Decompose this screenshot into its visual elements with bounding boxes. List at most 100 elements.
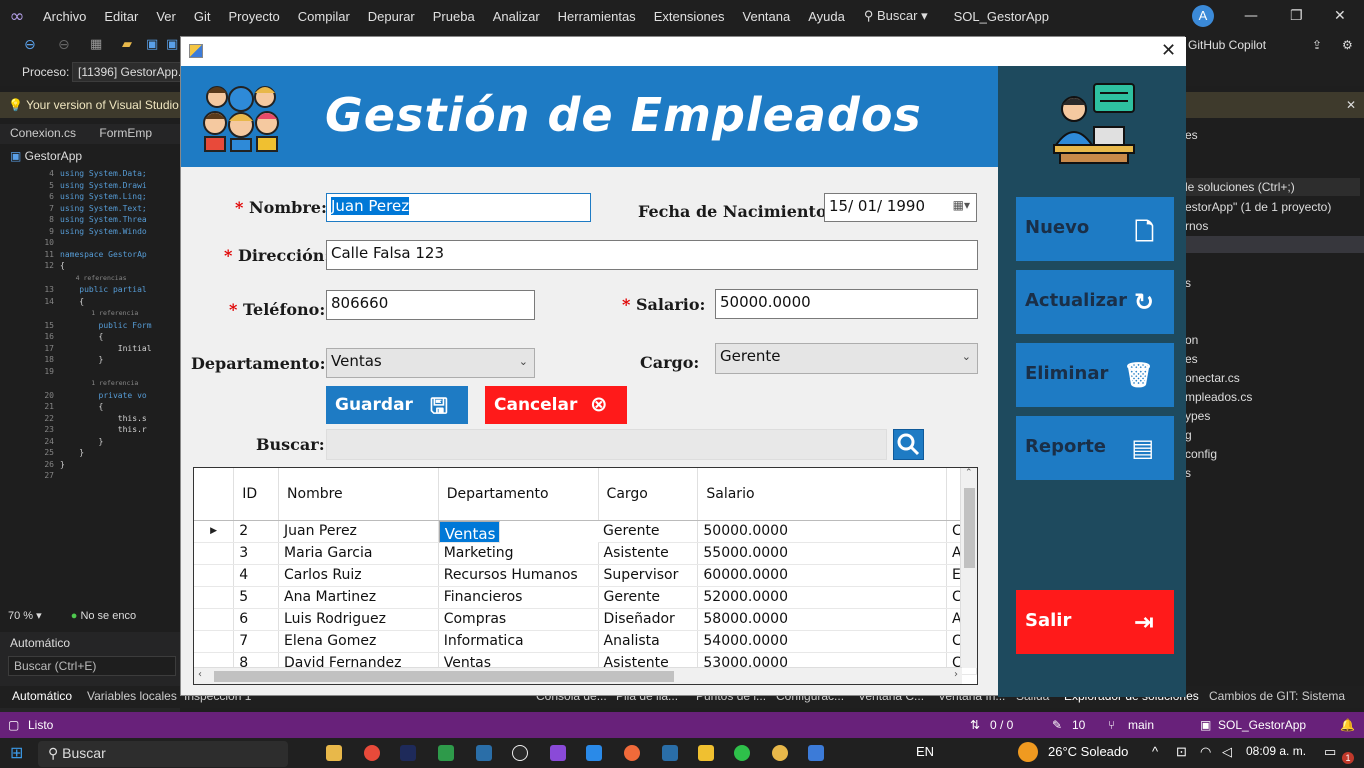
row-header[interactable] <box>194 586 235 609</box>
vertical-scrollbar[interactable]: ⌃ <box>960 468 977 668</box>
cancelar-button[interactable]: Cancelar ⊗ <box>485 386 627 424</box>
table-row[interactable]: 5 Ana Martinez Financieros Gerente 52000.000… <box>194 586 977 609</box>
solution-search-input[interactable]: le soluciones (Ctrl+;) <box>1185 178 1360 196</box>
cell-id[interactable]: 5 <box>233 586 280 609</box>
cell-salario[interactable]: 55000.0000 <box>697 542 948 565</box>
direccion-input[interactable]: Calle Falsa 123 <box>326 240 978 270</box>
chrome-icon[interactable] <box>772 745 788 761</box>
column-header-id[interactable]: ID <box>233 468 280 521</box>
cell-nombre[interactable]: Maria Garcia <box>278 542 439 565</box>
row-header[interactable]: ▶ <box>194 520 235 543</box>
cell-departamento[interactable]: Informatica <box>438 630 599 653</box>
cell-salario[interactable]: 50000.0000 <box>697 520 948 543</box>
cell-departamento[interactable]: Compras <box>438 608 599 631</box>
cargo-select[interactable]: Gerente ⌄ <box>715 343 978 374</box>
solution-item[interactable]: config <box>1185 447 1217 461</box>
cell-cargo[interactable]: Gerente <box>598 520 699 543</box>
avatar[interactable]: A <box>1192 5 1214 27</box>
github-copilot-button[interactable]: GitHub Copilot <box>1188 38 1266 52</box>
save-icon[interactable]: ▣ <box>146 37 158 52</box>
cell-departamento[interactable]: Financieros <box>438 586 599 609</box>
document-path[interactable]: ▣ GestorApp <box>0 146 180 166</box>
eliminar-button[interactable]: Eliminar 🗑 <box>1016 343 1174 407</box>
salario-input[interactable]: 50000.0000 <box>715 289 978 319</box>
cell-nombre[interactable]: Elena Gomez <box>278 630 439 653</box>
tray-chevron-icon[interactable]: ^ <box>1152 744 1158 759</box>
zoom-level[interactable]: 70 % <box>8 610 33 622</box>
column-header-departamento[interactable]: Departamento <box>438 468 599 521</box>
git-icon[interactable] <box>662 745 678 761</box>
solution-item[interactable]: ypes <box>1185 409 1210 423</box>
guardar-button[interactable]: Guardar 🖫 <box>326 386 468 424</box>
cell-id[interactable]: 2 <box>233 520 280 543</box>
speaker-icon[interactable]: ◁ <box>1222 744 1232 760</box>
nombre-input[interactable]: Juan Perez <box>326 193 591 222</box>
pencil-count[interactable]: 10 <box>1072 718 1085 732</box>
chrome-icon[interactable] <box>364 745 380 761</box>
app-icon[interactable] <box>476 745 492 761</box>
close-icon[interactable]: ✕ <box>1334 8 1346 24</box>
menu-ayuda[interactable]: Ayuda <box>799 9 854 24</box>
taskbar-search[interactable]: ⚲ Buscar <box>38 741 288 767</box>
menu-proyecto[interactable]: Proyecto <box>219 9 288 24</box>
window-titlebar[interactable]: ✕ <box>181 37 1186 66</box>
cell-cargo[interactable]: Analista <box>598 630 699 653</box>
cell-salario[interactable]: 58000.0000 <box>697 608 948 631</box>
cell-departamento[interactable]: Marketing <box>438 542 599 565</box>
notifications-icon[interactable]: ▭ <box>1324 744 1336 760</box>
departamento-select[interactable]: Ventas ⌄ <box>326 348 535 378</box>
table-row[interactable]: 7 Elena Gomez Informatica Analista 54000.000… <box>194 630 977 653</box>
cell-cargo[interactable]: Asistente <box>598 542 699 565</box>
visual-studio-icon[interactable] <box>550 745 566 761</box>
solution-item[interactable]: es <box>1185 352 1198 366</box>
git-branch[interactable]: main <box>1128 718 1154 732</box>
cell-cargo[interactable]: Diseñador <box>598 608 699 631</box>
photoshop-icon[interactable] <box>400 745 416 761</box>
menu-git[interactable]: Git <box>185 9 220 24</box>
reporte-button[interactable]: Reporte ▤ <box>1016 416 1174 480</box>
menu-prueba[interactable]: Prueba <box>424 9 484 24</box>
search-button[interactable] <box>893 429 924 460</box>
vertical-scroll-thumb[interactable] <box>964 488 975 568</box>
settings-icon[interactable]: ⚙ <box>1342 38 1353 52</box>
cell-id[interactable]: 6 <box>233 608 280 631</box>
forward-icon[interactable]: ⊖ <box>58 37 70 53</box>
solution-item[interactable]: onectar.cs <box>1185 371 1240 385</box>
open-folder-icon[interactable]: ▰ <box>122 37 132 52</box>
menu-extensiones[interactable]: Extensiones <box>645 9 734 24</box>
cell-salario[interactable]: 54000.0000 <box>697 630 948 653</box>
salir-button[interactable]: Salir ⇥ <box>1016 590 1174 654</box>
autos-search-input[interactable]: Buscar (Ctrl+E) <box>8 656 176 676</box>
solution-item[interactable]: rnos <box>1185 219 1208 233</box>
weather-text[interactable]: 26°C Soleado <box>1048 744 1128 759</box>
solution-item[interactable]: g <box>1185 428 1192 442</box>
row-header[interactable] <box>194 564 235 587</box>
column-header-salario[interactable]: Salario <box>697 468 948 521</box>
info-close-icon[interactable]: ✕ <box>1346 92 1356 118</box>
cell-cargo[interactable]: Supervisor <box>598 564 699 587</box>
telefono-input[interactable]: 806660 <box>326 290 535 320</box>
cell-salario[interactable]: 52000.0000 <box>697 586 948 609</box>
whatsapp-icon[interactable] <box>734 745 750 761</box>
cell-nombre[interactable]: Luis Rodriguez <box>278 608 439 631</box>
table-row[interactable]: 3 Maria Garcia Marketing Asistente 55000.000… <box>194 542 977 565</box>
save-all-icon[interactable]: ▣ <box>166 37 178 52</box>
powerbi-icon[interactable] <box>698 745 714 761</box>
cell-nombre[interactable]: Juan Perez <box>278 520 439 543</box>
menu-depurar[interactable]: Depurar <box>359 9 424 24</box>
column-header-nombre[interactable]: Nombre <box>278 468 439 521</box>
nuevo-button[interactable]: Nuevo 🗋 <box>1016 197 1174 261</box>
menu-ventana[interactable]: Ventana <box>734 9 800 24</box>
git-changes[interactable]: 0 / 0 <box>990 718 1013 732</box>
cell-id[interactable]: 4 <box>233 564 280 587</box>
file-explorer-icon[interactable] <box>326 745 342 761</box>
menu-compilar[interactable]: Compilar <box>289 9 359 24</box>
solution-node[interactable]: estorApp" (1 de 1 proyecto) <box>1185 200 1331 214</box>
new-item-icon[interactable]: ▦ <box>90 37 102 52</box>
cell-nombre[interactable]: Carlos Ruiz <box>278 564 439 587</box>
row-header[interactable] <box>194 630 235 653</box>
vs-search-button[interactable]: ⚲ Buscar ▾ <box>864 8 928 24</box>
process-selector[interactable]: [11396] GestorApp. <box>72 62 188 82</box>
share-icon[interactable]: ⇪ <box>1312 38 1322 52</box>
network-icon[interactable]: ⊡ <box>1176 744 1187 760</box>
